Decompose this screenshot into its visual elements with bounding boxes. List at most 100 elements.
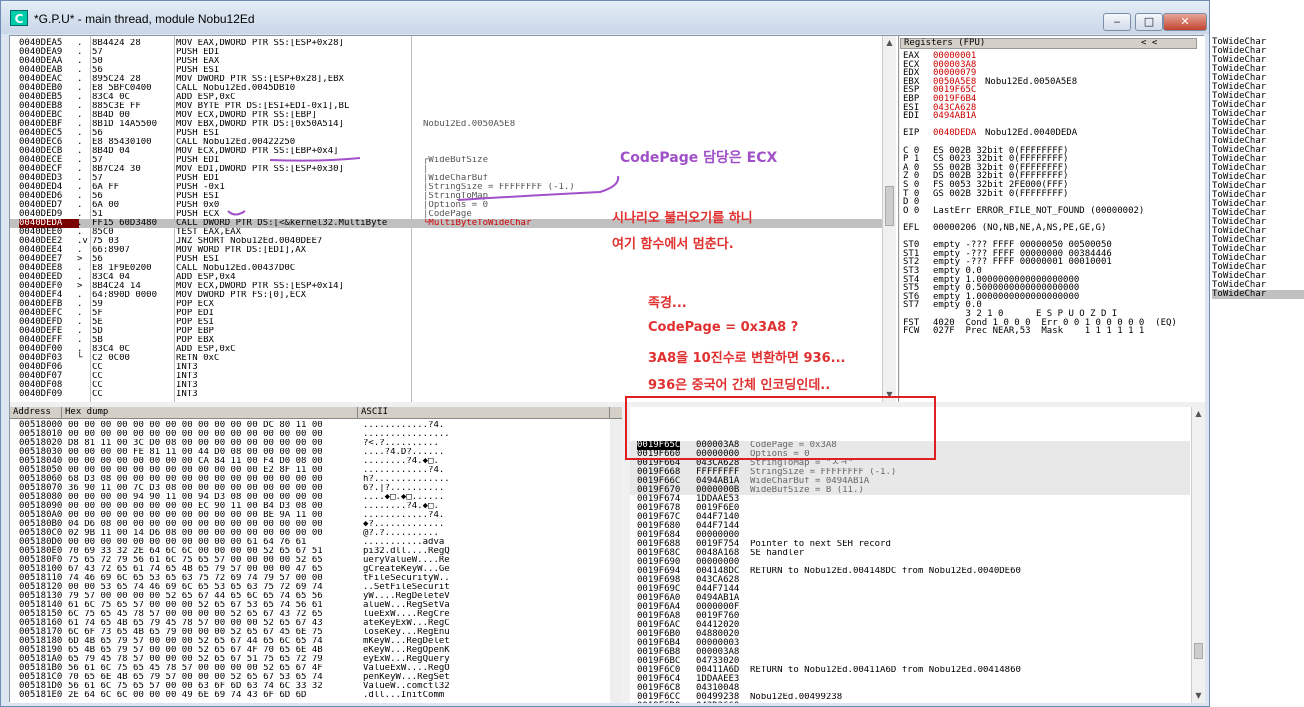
- disasm-bytes: CC: [92, 390, 103, 399]
- disasm-row[interactable]: 0040DEA9. 57 PUSH EDI: [10, 48, 882, 57]
- dump-ascii: ValueW..comctl32: [363, 682, 450, 691]
- dump-row[interactable]: 00518100 67 43 72 65 61 74 65 4B 65 79 57…: [10, 565, 622, 574]
- dump-ascii: ueryValueW....Re: [363, 556, 450, 565]
- dump-row[interactable]: 00518060 68 D3 08 00 00 00 00 00 00 00 00…: [10, 475, 622, 484]
- dump-row[interactable]: 00518140 61 6C 75 65 57 00 00 00 52 65 67…: [10, 601, 622, 610]
- dump-row[interactable]: 005181C0 70 65 6E 4B 65 79 57 00 00 00 52…: [10, 673, 622, 682]
- disasm-bytes: 83C4 04: [92, 273, 130, 282]
- dump-row[interactable]: 005180A0 00 00 00 00 00 00 00 00 00 00 00…: [10, 511, 622, 520]
- register-line[interactable]: FCW 027F Prec NEAR,53 Mask 1 1 1 1 1 1: [903, 327, 1203, 336]
- scroll-up-icon[interactable]: ▲: [883, 36, 896, 49]
- maximize-button[interactable]: □: [1135, 13, 1163, 31]
- dump-ascii: ateKeyExW...RegC: [363, 619, 450, 628]
- disasm-row[interactable]: 0040DED6. 56 PUSH ESI │StringToMap: [10, 192, 882, 201]
- dump-row[interactable]: 005180D0 00 00 00 00 00 00 00 00 00 00 00…: [10, 538, 622, 547]
- disasm-instruction: PUSH ESI: [176, 192, 220, 201]
- disasm-bytes: 5E: [92, 318, 103, 327]
- dump-row[interactable]: 00518080 00 00 00 00 94 90 11 00 94 D3 08…: [10, 493, 622, 502]
- disasm-row[interactable]: 0040DEAC. 895C24 28 MOV DWORD PTR SS:[ESP+…: [10, 75, 882, 84]
- disasm-row[interactable]: 0040DEAB. 56 PUSH ESI: [10, 66, 882, 75]
- dump-row[interactable]: 00518030 00 00 00 00 FE 81 11 00 44 D0 08…: [10, 448, 622, 457]
- dump-row[interactable]: 00518090 00 00 00 00 00 00 00 00 EC 90 11…: [10, 502, 622, 511]
- dump-row[interactable]: 005181E0 2E 64 6C 6C 00 00 00 49 6E 69 74…: [10, 691, 622, 700]
- dump-header-ascii[interactable]: ASCII: [358, 407, 610, 419]
- disasm-row[interactable]: 0040DED4. 6A FF PUSH -0x1 │StringSize = FFF…: [10, 183, 882, 192]
- disasm-row[interactable]: 0040DEB0. E8 5BFC0400 CALL Nobu12Ed.0045DB…: [10, 84, 882, 93]
- scroll-down-icon[interactable]: ▼: [1192, 689, 1205, 702]
- disasm-row[interactable]: 0040DEE7 >56 PUSH ESI: [10, 255, 882, 264]
- dump-row[interactable]: 00518010 00 00 00 00 00 00 00 00 00 00 00…: [10, 430, 622, 439]
- dump-hex-bytes: 75 65 72 79 56 61 6C 75 65 57 00 00 00 0…: [68, 556, 323, 565]
- disasm-bytes: CC: [92, 372, 103, 381]
- dump-row[interactable]: 00518070 36 90 11 00 7C D3 08 00 00 00 00…: [10, 484, 622, 493]
- dump-row[interactable]: 00518000 00 00 00 00 00 00 00 00 00 00 00…: [10, 421, 622, 430]
- scroll-thumb[interactable]: [885, 186, 894, 226]
- annotation-codepage-ecx: CodePage 담당은 ECX: [620, 150, 778, 166]
- dump-row[interactable]: 005180E0 70 69 33 32 2E 64 6C 6C 00 00 00…: [10, 547, 622, 556]
- dump-row[interactable]: 00518120 00 00 53 65 74 46 69 6C 65 53 65…: [10, 583, 622, 592]
- dump-ascii: mKeyW...RegDelet: [363, 637, 450, 646]
- dump-row[interactable]: 005181B0 56 61 6C 75 65 45 78 57 00 00 00…: [10, 664, 622, 673]
- dump-row[interactable]: 00518190 65 4B 65 79 57 00 00 00 52 65 67…: [10, 646, 622, 655]
- disasm-row[interactable]: 0040DEBF. 8B1D 14A5500 MOV EBX,DWORD PTR D…: [10, 120, 882, 129]
- dump-row[interactable]: 00518040 00 00 00 00 00 00 00 00 CA 84 11…: [10, 457, 622, 466]
- disasm-row[interactable]: 0040DEB5. 83C4 0C ADD ESP,0xC: [10, 93, 882, 102]
- disasm-row[interactable]: 0040DEA5. 8B4424 28 MOV EAX,DWORD PTR SS:[…: [10, 39, 882, 48]
- app-icon: C: [10, 10, 28, 26]
- disasm-row[interactable]: 0040DEE4. 66:8907 MOV WORD PTR DS:[EDI],AX: [10, 246, 882, 255]
- dump-row[interactable]: 005180F0 75 65 72 79 56 61 6C 75 65 57 00…: [10, 556, 622, 565]
- dump-row[interactable]: 00518050 00 00 00 00 00 00 00 00 00 00 00…: [10, 466, 622, 475]
- disasm-row[interactable]: 0040DEE0. 85C0 TEST EAX,EAX: [10, 228, 882, 237]
- dump-ascii: ............?4.: [363, 511, 445, 520]
- disassembly-scrollbar[interactable]: ▲ ▼: [882, 36, 896, 402]
- disasm-row[interactable]: 0040DEED. 83C4 04 ADD ESP,0x4: [10, 273, 882, 282]
- dump-ascii: ........?4.◆□.: [363, 457, 439, 466]
- disasm-row[interactable]: 0040DEF4. 64:890D 0000 MOV DWORD PTR FS:[0…: [10, 291, 882, 300]
- disasm-row[interactable]: 0040DEFF. 5B POP EBX: [10, 336, 882, 345]
- stack-row[interactable]: 0019F6D0 043D3660: [630, 702, 1190, 704]
- dump-row[interactable]: 00518180 6D 4B 65 79 57 00 00 00 52 65 67…: [10, 637, 622, 646]
- dump-row[interactable]: 005181A0 65 79 45 78 57 00 00 00 52 65 67…: [10, 655, 622, 664]
- scroll-up-icon[interactable]: ▲: [1192, 407, 1205, 420]
- dump-row[interactable]: 005180C0 02 9B 11 00 14 D6 08 00 00 00 00…: [10, 529, 622, 538]
- disasm-row[interactable]: 0040DEC6. E8 85430100 CALL Nobu12Ed.004222…: [10, 138, 882, 147]
- disasm-row[interactable]: 0040DEFB. 59 POP ECX: [10, 300, 882, 309]
- disasm-row[interactable]: 0040DEF0 >8B4C24 14 MOV ECX,DWORD PTR SS:[…: [10, 282, 882, 291]
- dump-ascii: ◆?.............: [363, 520, 445, 529]
- dump-row[interactable]: 00518110 74 46 69 6C 65 53 65 63 75 72 69…: [10, 574, 622, 583]
- close-button[interactable]: ✕: [1163, 13, 1207, 31]
- disasm-bytes: 57: [92, 48, 103, 57]
- dump-ascii: yW....RegDeleteV: [363, 592, 450, 601]
- dump-row[interactable]: 00518170 6C 6F 73 65 4B 65 79 00 00 00 52…: [10, 628, 622, 637]
- dump-row[interactable]: 005180B0 04 D6 08 00 00 00 00 00 00 00 00…: [10, 520, 622, 529]
- registers-nav-arrows[interactable]: < <: [1141, 39, 1157, 48]
- registers-pane[interactable]: Registers (FPU) < < EAX 00000001 ECX 000003A…: [900, 36, 1205, 402]
- dump-ascii: h?..............: [363, 475, 450, 484]
- disasm-row[interactable]: 0040DEC5. 56 PUSH ESI: [10, 129, 882, 138]
- dump-ascii: penKeyW...RegSet: [363, 673, 450, 682]
- dump-header-hex[interactable]: Hex dump: [62, 407, 358, 419]
- disasm-row[interactable]: 0040DEFC. 5F POP EDI: [10, 309, 882, 318]
- dump-hex-bytes: 04 D6 08 00 00 00 00 00 00 00 00 00 00 0…: [68, 520, 323, 529]
- disasm-row[interactable]: 0040DED3. 57 PUSH EDI │WideCharBuf: [10, 174, 882, 183]
- register-comment: 027F Prec NEAR,53 Mask 1 1 1 1 1 1: [933, 326, 1145, 337]
- dump-scrollbar[interactable]: [610, 419, 622, 703]
- dump-ascii: lueExW....RegCre: [363, 610, 450, 619]
- stack-scrollbar[interactable]: ▲ ▼: [1191, 407, 1205, 703]
- hex-dump-pane[interactable]: Address Hex dump ASCII 00518000 00 00 00 …: [10, 407, 622, 703]
- disasm-instruction: MOV EAX,DWORD PTR SS:[ESP+0x28]: [176, 39, 344, 48]
- disasm-row[interactable]: 0040DEE2 .v 75 03 JNZ SHORT Nobu12Ed.0040DE…: [10, 237, 882, 246]
- minimize-button[interactable]: ‒: [1103, 13, 1131, 31]
- disasm-row[interactable]: 0040DEE8. E8 1F9E0200 CALL Nobu12Ed.00437D…: [10, 264, 882, 273]
- dump-header-address[interactable]: Address: [10, 407, 62, 419]
- disasm-row[interactable]: 0040DEB8. 885C3E FF MOV BYTE PTR DS:[ESI+E…: [10, 102, 882, 111]
- dump-row[interactable]: 00518130 79 57 00 00 00 00 52 65 67 44 65…: [10, 592, 622, 601]
- dump-row[interactable]: 00518020 D8 81 11 00 3C D0 08 00 00 00 00…: [10, 439, 622, 448]
- disasm-row[interactable]: 0040DEAA. 50 PUSH EAX: [10, 57, 882, 66]
- dump-row[interactable]: 00518150 6C 75 65 45 78 57 00 00 00 00 52…: [10, 610, 622, 619]
- scroll-thumb[interactable]: [1194, 643, 1203, 659]
- disasm-row[interactable]: 0040DEBC. 8B4D 00 MOV ECX,DWORD PTR SS:[EB…: [10, 111, 882, 120]
- dump-row[interactable]: 005181D0 56 61 6C 75 65 57 00 00 63 6F 6D…: [10, 682, 622, 691]
- title-bar[interactable]: C *G.P.U* - main thread, module Nobu12Ed…: [1, 1, 1209, 34]
- dump-row[interactable]: 00518160 61 74 65 4B 65 79 45 78 57 00 00…: [10, 619, 622, 628]
